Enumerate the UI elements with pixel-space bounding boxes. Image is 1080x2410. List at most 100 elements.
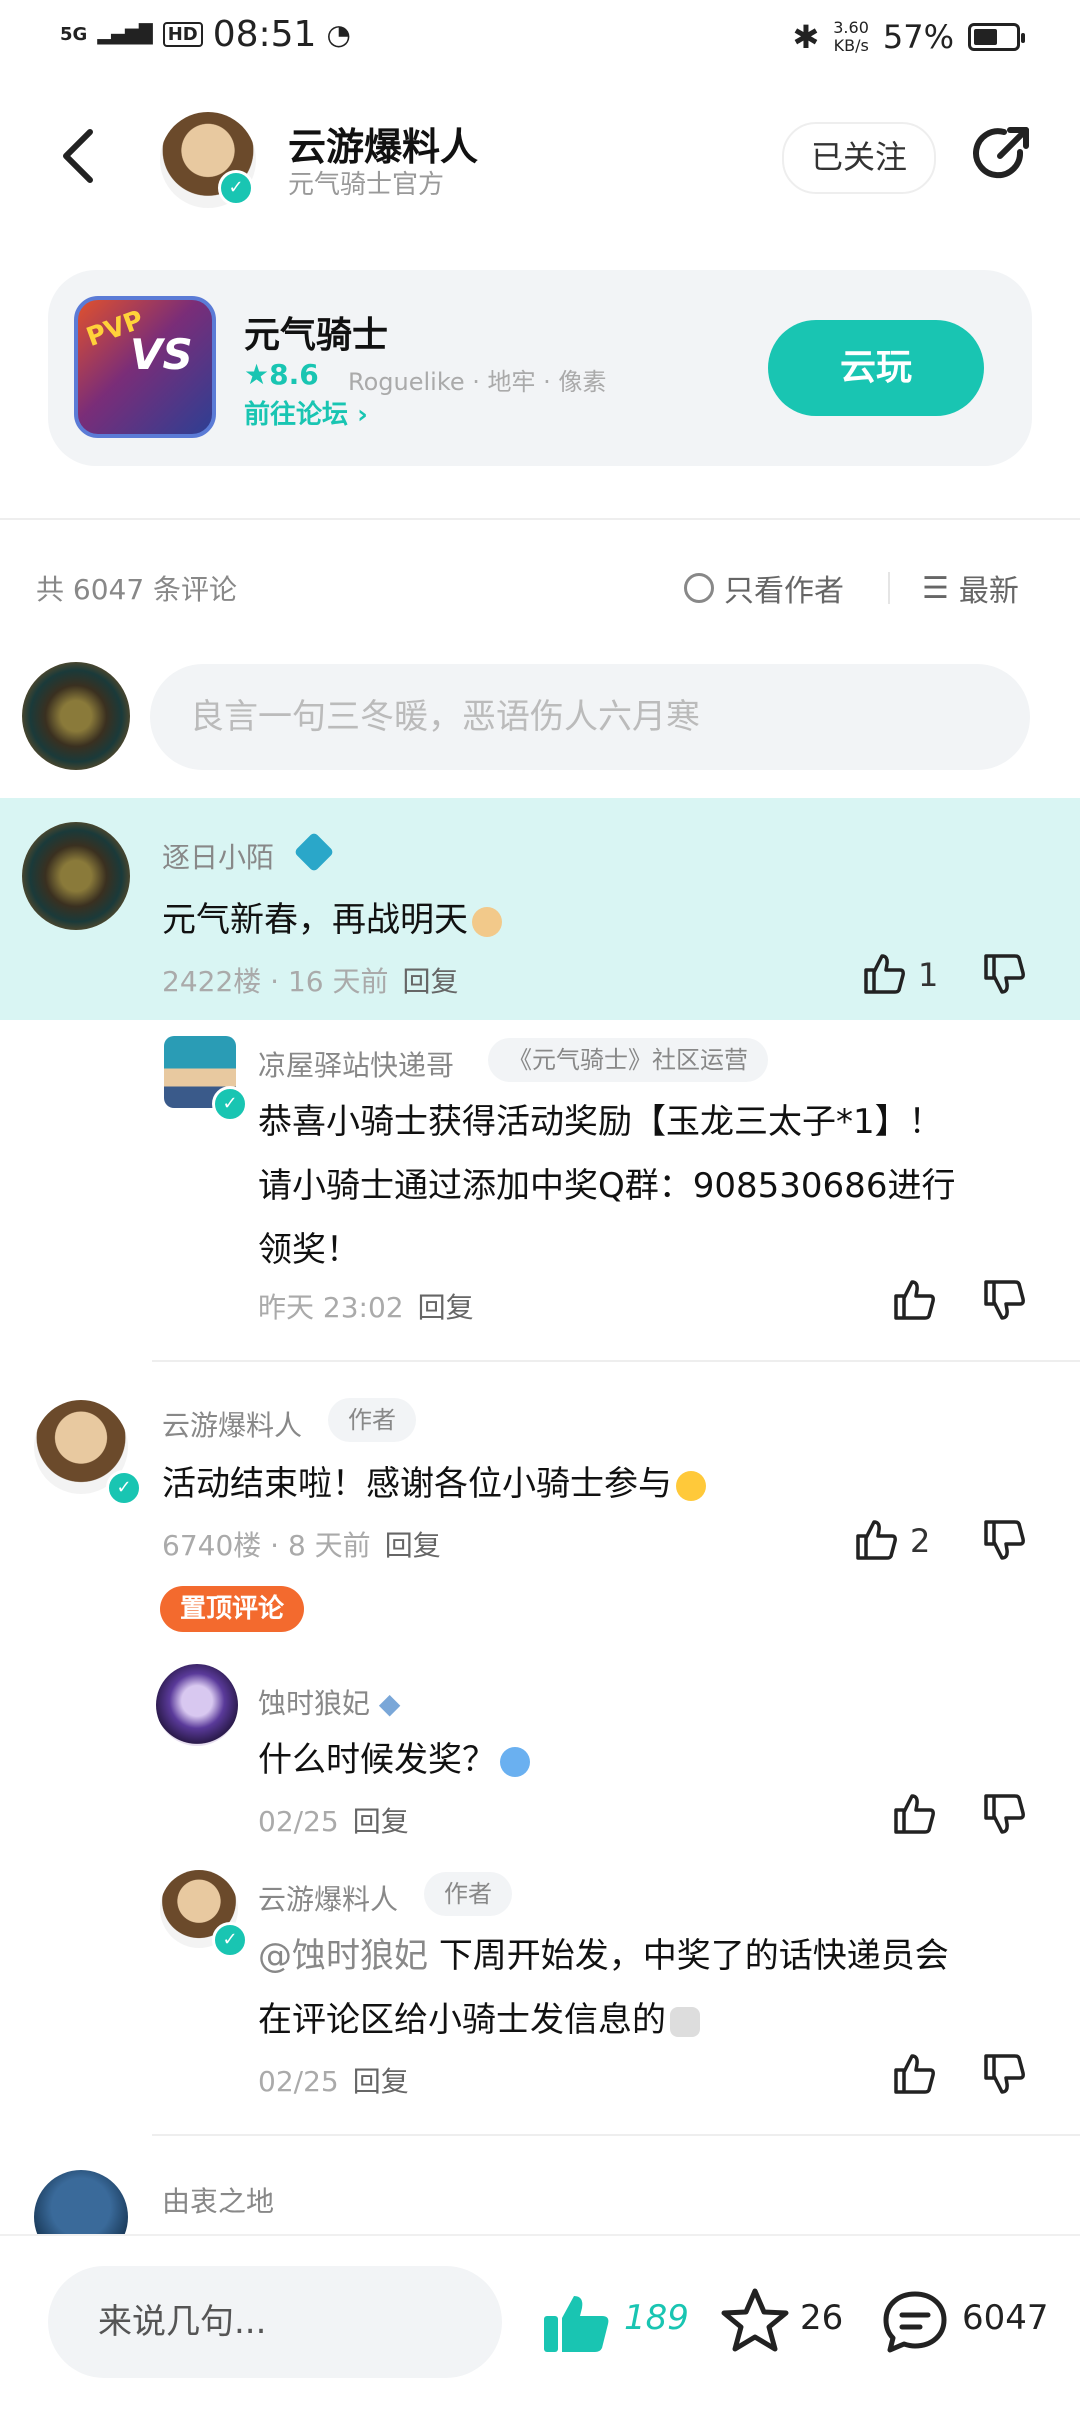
status-bar: 5G ▂▄▆█ HD 08:51 ◔ ✱ 3.60 KB/s 57% (0, 0, 1080, 80)
reply-button[interactable]: 回复 (418, 1291, 474, 1324)
verified-icon: ✓ (106, 1470, 142, 1506)
only-author-label: 只看作者 (724, 574, 844, 609)
star-icon: ★ (244, 358, 270, 391)
comment-floor-time: 2422楼 · 16 天前 (162, 965, 389, 998)
rating-value: 8.6 (269, 358, 319, 391)
hd-badge: HD (162, 22, 203, 47)
reply-time: 02/25 (258, 2065, 339, 2098)
game-card[interactable]: PVP VS 元气骑士 ★8.6 Roguelike · 地牢 · 像素 前往论… (48, 270, 1032, 466)
reply-text-line: 在评论区给小骑士发信息的 (258, 1988, 700, 2052)
filter-separator (888, 572, 890, 604)
bottom-bar: 来说几句... 189 26 6047 (0, 2234, 1080, 2410)
reply-time: 昨天 23:02 (258, 1291, 404, 1324)
comment-text-content: 元气新春，再战明天 (162, 900, 468, 940)
dislike-icon[interactable] (980, 1276, 1028, 1324)
reply-button[interactable]: 回复 (353, 2065, 409, 2098)
reply-button[interactable]: 回复 (403, 965, 459, 998)
radio-circle-icon (684, 573, 714, 603)
thumbs-up-icon[interactable] (540, 2292, 612, 2356)
bottom-comment-input[interactable]: 来说几句... (48, 2266, 502, 2378)
like-icon[interactable] (890, 2050, 938, 2098)
clock: 08:51 (212, 14, 317, 55)
dislike-icon[interactable] (980, 1516, 1028, 1564)
game-icon[interactable]: PVP VS (74, 296, 216, 438)
author-badge: 作者 (424, 1872, 512, 1916)
reply-time: 02/25 (258, 1805, 339, 1838)
reply-text-line: 请小骑士通过添加中奖Q群：908530686进行 (258, 1166, 956, 1206)
comment-icon[interactable] (880, 2288, 950, 2356)
speed-unit: KB/s (833, 36, 869, 55)
reply-text-line: @蚀时狼妃 下周开始发，中奖了的话快递员会 (258, 1924, 949, 1988)
reply-name-text: 蚀时狼妃 (258, 1687, 371, 1720)
forum-label: 前往论坛 (244, 400, 349, 430)
comment-text-content: 活动结束啦！感谢各位小骑士参与 (162, 1464, 672, 1504)
reply-name[interactable]: 凉屋驿站快递哥 (258, 1044, 454, 1084)
reply-text-content: 在评论区给小骑士发信息的 (258, 2000, 666, 2040)
reply-meta: 02/25 回复 (258, 1800, 409, 1840)
author-name[interactable]: 云游爆料人 (288, 116, 478, 171)
mention-link[interactable]: @蚀时狼妃 (258, 1936, 428, 1976)
comment-text: 元气新春，再战明天 (162, 888, 502, 952)
star-icon[interactable] (720, 2286, 790, 2356)
network-label: 5G (60, 23, 88, 45)
reply-avatar[interactable] (156, 1664, 238, 1746)
like-count: 1 (918, 956, 939, 994)
like-icon[interactable] (860, 950, 908, 998)
reply-meta: 昨天 23:02 回复 (258, 1286, 474, 1326)
signal-icon: ▂▄▆█ (97, 23, 153, 45)
reply-meta: 02/25 回复 (258, 2060, 409, 2100)
divider (152, 1360, 1080, 1362)
like-icon[interactable] (890, 1276, 938, 1324)
like-icon[interactable] (890, 1790, 938, 1838)
reply-button[interactable]: 回复 (353, 1805, 409, 1838)
commenter-avatar[interactable] (22, 822, 130, 930)
reply-name[interactable]: 云游爆料人 (258, 1878, 398, 1918)
sort-toggle[interactable]: ☰ 最新 (922, 566, 1019, 610)
battery-icon (968, 23, 1025, 51)
back-icon[interactable] (58, 126, 98, 186)
share-icon[interactable] (970, 122, 1034, 186)
follow-button[interactable]: 已关注 (782, 122, 936, 194)
game-icon-vs: VS (130, 330, 193, 379)
verified-icon: ✓ (218, 170, 254, 206)
commenter-name[interactable]: 由衷之地 (162, 2180, 274, 2220)
my-avatar (22, 662, 130, 770)
forum-link[interactable]: 前往论坛 › (244, 394, 368, 431)
verified-icon: ✓ (212, 1086, 248, 1122)
reply-name[interactable]: 蚀时狼妃 ◆ (258, 1682, 400, 1722)
reply-button[interactable]: 回复 (385, 1529, 441, 1562)
commenter-name[interactable]: 云游爆料人 (162, 1404, 302, 1444)
cloud-play-button[interactable]: 云玩 (768, 320, 984, 416)
dislike-icon[interactable] (980, 2050, 1028, 2098)
comment-text: 活动结束啦！感谢各位小骑士参与 (162, 1452, 706, 1516)
game-name: 元气骑士 (244, 315, 389, 356)
commenter-name[interactable]: 逐日小陌 (162, 836, 274, 876)
sort-icon: ☰ (922, 570, 949, 606)
like-icon[interactable] (852, 1516, 900, 1564)
speed-value: 3.60 (833, 18, 869, 37)
comment-meta: 2422楼 · 16 天前 回复 (162, 960, 459, 1000)
shocked-emoji-icon (500, 1746, 530, 1777)
comment-total: 6047 (962, 2298, 1049, 2338)
smile-emoji-icon (676, 1470, 706, 1501)
battery-fill (974, 29, 997, 45)
dislike-icon[interactable] (980, 1790, 1028, 1838)
divider (0, 518, 1080, 520)
dislike-icon[interactable] (980, 950, 1028, 998)
role-badge: 《元气骑士》社区运营 (488, 1038, 768, 1082)
only-author-toggle[interactable]: 只看作者 (684, 566, 844, 610)
ghost-emoji-icon (670, 2006, 700, 2037)
bluetooth-icon: ✱ (792, 18, 820, 56)
verified-icon: ✓ (212, 1922, 248, 1958)
game-rating: ★8.6 (244, 358, 319, 391)
reply-text: 什么时候发奖？ (258, 1728, 530, 1792)
thumbs-emoji-icon (472, 906, 502, 937)
reply-text-content: 什么时候发奖？ (258, 1740, 496, 1780)
game-tags: Roguelike · 地牢 · 像素 (348, 368, 607, 396)
like-total: 189 (624, 2298, 689, 2338)
reply-text-line: 恭喜小骑士获得活动奖励【玉龙三太子*1】！ (258, 1102, 943, 1142)
battery-percent: 57% (882, 18, 954, 56)
comment-count: 共 6047 条评论 (36, 573, 238, 606)
comment-input[interactable]: 良言一句三冬暖，恶语伤人六月寒 (150, 664, 1030, 770)
divider (152, 2134, 1080, 2136)
